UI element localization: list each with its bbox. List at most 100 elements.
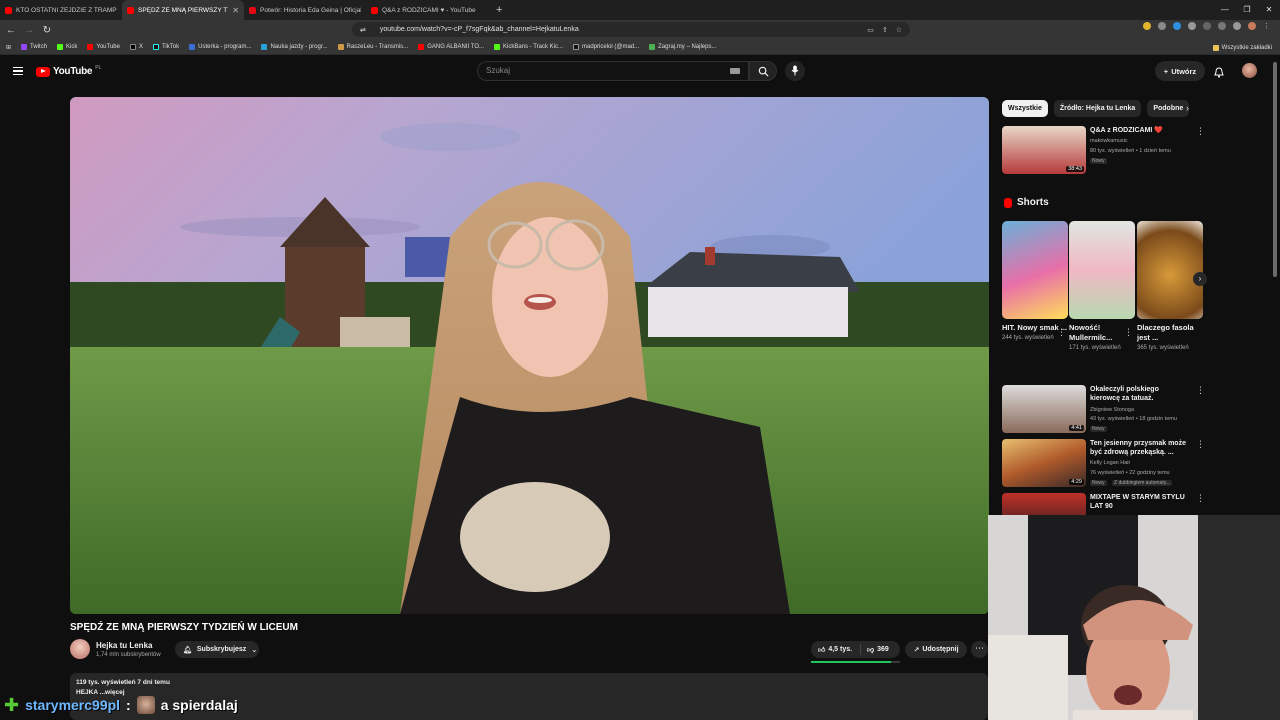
rec-title[interactable]: Q&A z RODZICAMI ❤️ (1090, 126, 1190, 135)
bookmark-item[interactable]: Kick (57, 44, 77, 50)
bookmark-item[interactable]: KickBans - Track Kic... (494, 44, 563, 50)
extensions-puzzle-icon[interactable] (1203, 22, 1211, 30)
browser-tab-active[interactable]: SPĘDŹ ZE MNĄ PIERWSZY TY ✕ (122, 0, 244, 20)
close-window-icon[interactable]: ✕ (1258, 0, 1280, 20)
search-button[interactable] (749, 61, 777, 81)
bookmark-item[interactable]: Twitch (21, 44, 47, 50)
rec-channel[interactable]: Zbigniew Stonoga (1090, 407, 1134, 413)
chip-all[interactable]: Wszystkie (1002, 100, 1048, 117)
new-tab-icon[interactable]: + (488, 4, 510, 16)
cast-icon[interactable]: ▭ (867, 26, 874, 34)
close-tab-icon[interactable]: ✕ (232, 6, 239, 15)
browser-tab[interactable]: KTO OSTATNI ZEJDZIE Z TRAMPOLI (0, 0, 122, 20)
video-thumbnail[interactable]: 4:29 (1002, 439, 1086, 487)
rec-channel[interactable]: makowkamusic (1090, 138, 1128, 144)
more-vertical-icon[interactable]: ⋮ (1057, 327, 1066, 338)
rec-title[interactable]: Okaleczyli polskiego kierowcę za tatuaż. (1090, 385, 1190, 403)
more-vertical-icon[interactable]: ⋮ (1196, 127, 1205, 136)
bookmark-item[interactable]: X (129, 44, 143, 50)
subscriber-badge-icon: ✚ (4, 695, 20, 715)
reload-icon[interactable]: ↻ (40, 25, 54, 36)
all-bookmarks-folder[interactable]: Wszystkie zakładki (1212, 40, 1272, 55)
recommended-video[interactable]: MIXTAPE W STARYM STYLU LAT 90 ⋮ (1002, 493, 1202, 515)
bookmark-item[interactable]: YouTube (87, 44, 120, 50)
chip-related[interactable]: Podobne (1147, 100, 1190, 117)
like-ratio-bar (811, 661, 900, 663)
notifications-bell-icon[interactable] (1214, 65, 1224, 83)
bookmark-item[interactable]: RaszeLeu - Transmis... (337, 44, 408, 50)
short-thumbnail[interactable] (1002, 221, 1068, 319)
url-text[interactable]: youtube.com/watch?v=-cP_f7sgFqk&ab_chann… (380, 26, 579, 33)
sidebar-toggle-icon[interactable] (1218, 22, 1226, 30)
bookmark-item[interactable]: Nauka jazdy - progr... (261, 44, 328, 50)
more-actions-button[interactable]: ⋯ (971, 641, 988, 658)
forward-icon[interactable]: → (22, 25, 36, 36)
bookmark-item[interactable]: Zagraj.my – Najleps... (649, 44, 716, 50)
browser-tab[interactable]: Potwór: Historia Eda Geina | Oficjaln (244, 0, 366, 20)
channel-avatar[interactable] (70, 639, 90, 659)
hamburger-menu-icon[interactable] (13, 67, 23, 75)
short-item[interactable]: Dlaczego fasola jest ... 365 tys. wyświe… (1137, 221, 1203, 353)
share-button[interactable]: ↗ Udostępnij (905, 641, 967, 658)
like-button[interactable]: 👍︎ 4,5 tys. (811, 644, 861, 655)
browser-tab[interactable]: Q&A z RODZICAMI ♥ - YouTube (366, 0, 488, 20)
extension-icon[interactable] (1173, 22, 1181, 30)
shorts-icon (1004, 197, 1012, 208)
bookmark-star-icon[interactable]: ☆ (896, 26, 902, 34)
shorts-heading: Shorts (1004, 197, 1049, 208)
dislike-button[interactable]: 👎︎ 369 (861, 645, 889, 654)
short-item[interactable]: HIT. Nowy smak ... 244 tys. wyświetleń ⋮ (1002, 221, 1068, 343)
back-icon[interactable]: ← (4, 25, 18, 36)
rec-title[interactable]: Ten jesienny przysmak może być zdrową pr… (1090, 439, 1190, 457)
address-bar[interactable]: ⇌ youtube.com/watch?v=-cP_f7sgFqk&ab_cha… (352, 22, 910, 37)
rec-title[interactable]: MIXTAPE W STARYM STYLU LAT 90 (1090, 493, 1190, 511)
channel-name[interactable]: Hejka tu Lenka (96, 641, 152, 650)
rec-channel[interactable]: Kelly Logan Hair (1090, 460, 1130, 466)
recommended-video[interactable]: 4:41 Okaleczyli polskiego kierowcę za ta… (1002, 385, 1205, 435)
short-item[interactable]: Nowość! Mullermilc... 171 tys. wyświetle… (1069, 221, 1135, 353)
chevron-right-icon[interactable]: › (1193, 272, 1207, 286)
subscribed-button[interactable]: 🔔︎ Subskrybujesz ⌄ (175, 641, 259, 658)
video-player[interactable] (70, 97, 989, 614)
browser-menu-icon[interactable]: ⋮ (1263, 22, 1270, 30)
bookmark-item[interactable]: GANG ALBANII TO... (418, 44, 484, 50)
keyboard-icon[interactable] (730, 68, 740, 74)
video-thumbnail[interactable]: 38:43 (1002, 126, 1086, 174)
short-thumbnail[interactable] (1137, 221, 1203, 319)
bookmark-item[interactable]: TikTok (152, 44, 179, 50)
short-thumbnail[interactable] (1069, 221, 1135, 319)
video-thumbnail[interactable] (1002, 493, 1086, 515)
voice-search-button[interactable] (785, 61, 805, 81)
extension-icon[interactable] (1143, 22, 1151, 30)
recommended-video[interactable]: 38:43 Q&A z RODZICAMI ❤️ makowkamusic 80… (1002, 126, 1205, 176)
apps-grid-icon[interactable]: ⊞ (6, 44, 11, 51)
more-vertical-icon[interactable]: ⋮ (1196, 494, 1202, 503)
duration-badge: 38:43 (1066, 166, 1084, 172)
bookmark-item[interactable]: madpricelol (@mad... (573, 44, 639, 50)
new-badge: Nowy (1090, 480, 1107, 486)
extension-icon[interactable] (1188, 22, 1196, 30)
create-button[interactable]: + Utwórz (1155, 61, 1205, 81)
search-input[interactable]: Szukaj (477, 61, 749, 81)
profile-icon[interactable] (1248, 22, 1256, 30)
account-avatar[interactable] (1242, 63, 1257, 78)
recommended-video[interactable]: 4:29 Ten jesienny przysmak może być zdro… (1002, 439, 1205, 489)
more-vertical-icon[interactable]: ⋮ (1124, 327, 1133, 338)
extension-icon[interactable] (1158, 22, 1166, 30)
media-control-icon[interactable] (1233, 22, 1241, 30)
bookmark-item[interactable]: Usterka - program... (189, 44, 251, 50)
youtube-logo[interactable]: YouTube PL (36, 65, 101, 77)
more-vertical-icon[interactable]: ⋮ (1196, 440, 1205, 449)
more-vertical-icon[interactable]: ⋮ (1196, 386, 1205, 395)
site-info-icon[interactable]: ⇌ (360, 26, 366, 34)
like-dislike-group: 👍︎ 4,5 tys. 👎︎ 369 (811, 641, 900, 658)
chip-source[interactable]: Źródło: Hejka tu Lenka (1053, 100, 1142, 117)
subscriber-count: 1,74 mln subskrybentów (96, 652, 161, 658)
maximize-icon[interactable]: ❐ (1236, 0, 1258, 20)
minimize-icon[interactable]: — (1214, 0, 1236, 20)
video-thumbnail[interactable]: 4:41 (1002, 385, 1086, 433)
like-ratio-fill (811, 661, 892, 663)
chevron-right-icon[interactable]: › (1186, 103, 1189, 113)
share-icon[interactable]: ⇪ (882, 26, 888, 34)
page-scrollbar[interactable] (1273, 62, 1277, 277)
